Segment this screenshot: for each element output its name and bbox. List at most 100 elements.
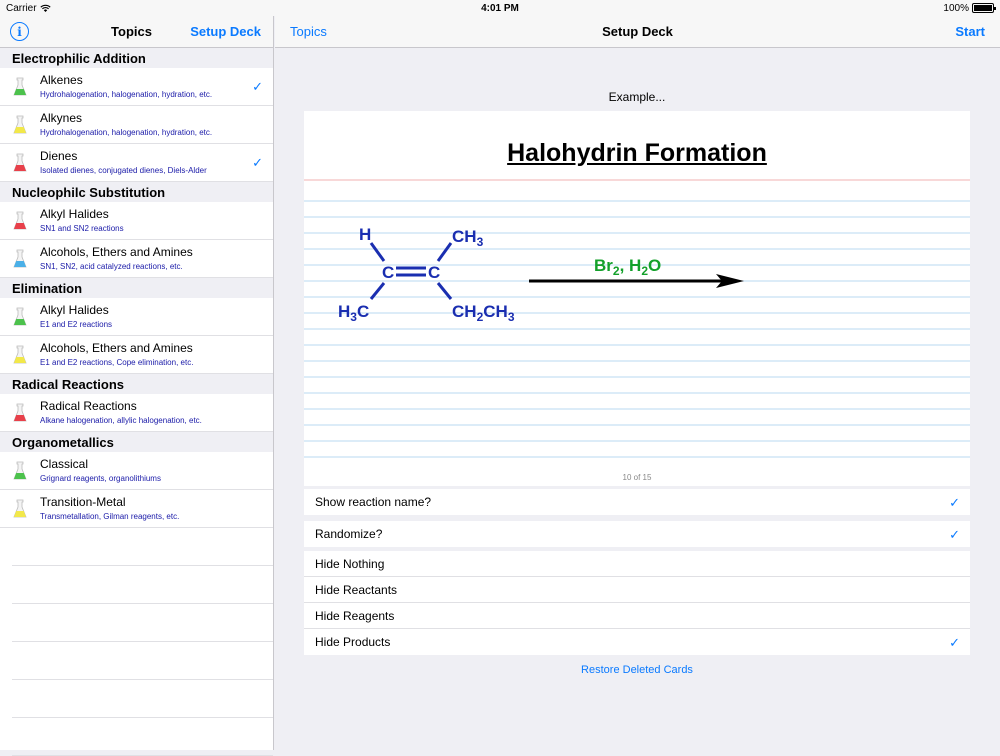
setup-deck-title: Setup Deck	[602, 24, 673, 39]
battery-percent: 100%	[943, 2, 969, 14]
svg-text:CH2CH3: CH2CH3	[452, 302, 515, 324]
topic-row[interactable]: Radical Reactions Alkane halogenation, al…	[0, 394, 273, 432]
topic-title: Alkenes	[40, 73, 83, 87]
option-group-randomize: Randomize? ✓	[304, 521, 970, 547]
topic-title: Alkyl Halides	[40, 303, 109, 317]
reaction-arrow	[529, 274, 744, 288]
alkene-molecule: H CH3 C C H3C CH2CH3	[338, 225, 515, 324]
empty-row	[12, 528, 273, 566]
option-group-hide: Hide Nothing Hide Reactants Hide Reagent…	[304, 551, 970, 655]
start-button[interactable]: Start	[955, 24, 985, 39]
topic-row[interactable]: Alkynes Hydrohalogenation, halogenation, …	[0, 106, 273, 144]
topic-row[interactable]: Alcohols, Ethers and Amines E1 and E2 rea…	[0, 336, 273, 374]
topic-row[interactable]: Alcohols, Ethers and Amines SN1, SN2, aci…	[0, 240, 273, 278]
reagent-label: Br2, H2O	[594, 256, 661, 278]
topic-subtitle: E1 and E2 reactions, Cope elimination, e…	[40, 358, 194, 367]
svg-text:H3C: H3C	[338, 302, 369, 324]
svg-text:CH3: CH3	[452, 227, 484, 249]
topics-pane: i Topics Setup Deck Electrophilic Additi…	[0, 16, 274, 756]
topic-row[interactable]: Transition-Metal Transmetallation, Gilman…	[0, 490, 273, 528]
topic-title: Transition-Metal	[40, 495, 126, 509]
topic-row[interactable]: Alkyl Halides SN1 and SN2 reactions	[0, 202, 273, 240]
topic-subtitle: SN1 and SN2 reactions	[40, 224, 124, 233]
randomize-row[interactable]: Randomize? ✓	[304, 521, 970, 547]
battery-icon	[972, 3, 996, 13]
topic-list: Electrophilic Addition Alkenes Hydrohaloge…	[0, 48, 273, 756]
hide-reagents-row[interactable]: Hide Reagents	[304, 603, 970, 629]
topics-nav-bar: i Topics Setup Deck	[0, 16, 273, 48]
topic-title: Alkyl Halides	[40, 207, 109, 221]
topic-subtitle: Hydrohalogenation, halogenation, hydrati…	[40, 128, 213, 137]
example-label: Example...	[608, 90, 666, 104]
flask-icon	[13, 499, 27, 518]
flask-icon	[13, 211, 27, 230]
topic-title: Dienes	[40, 149, 78, 163]
hide-reactants-row[interactable]: Hide Reactants	[304, 577, 970, 603]
setup-nav-bar: Topics Setup Deck Start	[275, 16, 1000, 48]
checkmark-icon: ✓	[252, 155, 263, 170]
topic-title: Alcohols, Ethers and Amines	[40, 245, 193, 259]
option-label: Hide Reagents	[315, 609, 395, 623]
option-label: Hide Nothing	[315, 557, 385, 571]
checkmark-icon: ✓	[949, 635, 960, 650]
flask-icon	[13, 403, 27, 422]
empty-row	[12, 680, 273, 718]
section-header: Radical Reactions	[0, 374, 273, 394]
flask-icon	[13, 115, 27, 134]
option-group-name: Show reaction name? ✓	[304, 489, 970, 515]
card-title: Halohydrin Formation	[507, 139, 767, 167]
checkmark-icon: ✓	[252, 79, 263, 94]
status-left: Carrier	[6, 3, 51, 14]
topic-row[interactable]: Classical Grignard reagents, organolithiu…	[0, 452, 273, 490]
option-label: Hide Products	[315, 635, 391, 649]
flask-icon	[13, 249, 27, 268]
status-bar: Carrier 4:01 PM 100%	[0, 0, 1000, 16]
topic-row[interactable]: Alkenes Hydrohalogenation, halogenation, …	[0, 68, 273, 106]
card-ruled-lines: H CH3 C C H3C CH2CH3 Br2, H2O	[304, 179, 970, 458]
flask-icon	[13, 307, 27, 326]
checkmark-icon: ✓	[949, 495, 960, 510]
hide-products-row[interactable]: Hide Products ✓	[304, 629, 970, 655]
topic-title: Radical Reactions	[40, 399, 137, 413]
empty-row	[12, 718, 273, 756]
topic-subtitle: Isolated dienes, conjugated dienes, Diel…	[40, 166, 207, 175]
section-header: Organometallics	[0, 432, 273, 452]
topic-title: Classical	[40, 457, 89, 471]
section-header: Nucleophilc Substitution	[0, 182, 273, 202]
topic-subtitle: E1 and E2 reactions	[40, 320, 113, 329]
atom-h: H	[359, 225, 371, 244]
wifi-icon	[39, 4, 51, 12]
flask-icon	[13, 345, 27, 364]
option-label: Randomize?	[315, 527, 383, 541]
restore-deleted-cards-button[interactable]: Restore Deleted Cards	[304, 664, 970, 676]
empty-row	[12, 604, 273, 642]
example-card[interactable]: Halohydrin Formation H CH3 C C H3C CH2CH…	[304, 111, 970, 486]
section-header: Electrophilic Addition	[0, 48, 273, 68]
topic-title: Alkynes	[40, 111, 83, 125]
topic-subtitle: SN1, SN2, acid catalyzed reactions, etc.	[40, 262, 183, 271]
topic-subtitle: Transmetallation, Gilman reagents, etc.	[40, 512, 180, 521]
option-label: Show reaction name?	[315, 495, 432, 509]
setup-deck-button[interactable]: Setup Deck	[190, 24, 261, 39]
hide-nothing-row[interactable]: Hide Nothing	[304, 551, 970, 577]
empty-row	[12, 566, 273, 604]
status-time: 4:01 PM	[481, 2, 519, 14]
option-label: Hide Reactants	[315, 583, 398, 597]
atom-c-left: C	[382, 263, 394, 282]
card-count: 10 of 15	[622, 473, 652, 482]
checkmark-icon: ✓	[949, 527, 960, 542]
empty-row	[12, 642, 273, 680]
topic-subtitle: Hydrohalogenation, halogenation, hydrati…	[40, 90, 213, 99]
topic-title: Alcohols, Ethers and Amines	[40, 341, 193, 355]
topic-subtitle: Alkane halogenation, allylic halogenatio…	[40, 416, 202, 425]
topic-subtitle: Grignard reagents, organolithiums	[40, 474, 161, 483]
atom-c-right: C	[428, 263, 440, 282]
flask-icon	[13, 153, 27, 172]
show-reaction-name-row[interactable]: Show reaction name? ✓	[304, 489, 970, 515]
flask-icon	[13, 461, 27, 480]
carrier-label: Carrier	[6, 2, 37, 14]
topic-row[interactable]: Alkyl Halides E1 and E2 reactions	[0, 298, 273, 336]
topic-row[interactable]: Dienes Isolated dienes, conjugated dienes…	[0, 144, 273, 182]
status-right: 100%	[943, 2, 996, 14]
flask-icon	[13, 77, 27, 96]
